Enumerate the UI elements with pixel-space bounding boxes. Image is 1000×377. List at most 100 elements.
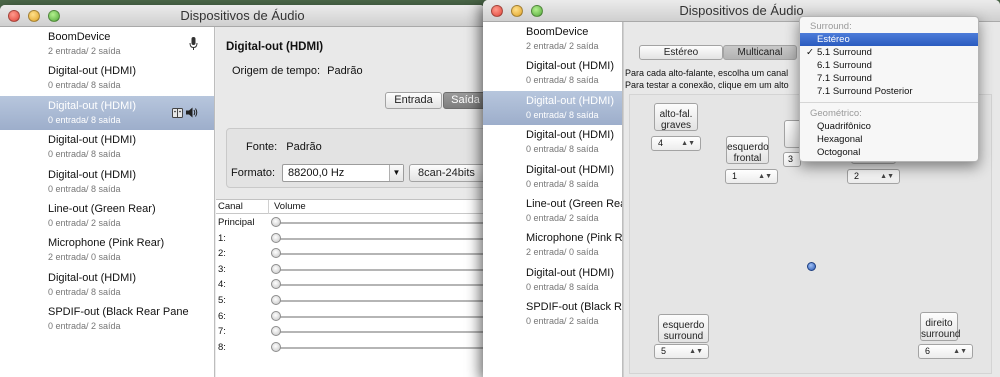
device-io: 0 entrada/ 2 saída <box>526 212 599 223</box>
titlebar-left[interactable]: Dispositivos de Áudio <box>0 5 485 27</box>
channel-label: 1: <box>218 232 226 244</box>
listener-position-icon[interactable] <box>807 262 816 271</box>
clock-source-label: Origem de tempo: <box>232 65 321 77</box>
device-item-spdif[interactable]: SPDIF-out (Black Rear Pane 0 entrada/ 2 … <box>0 302 214 336</box>
minimize-button[interactable] <box>28 10 40 22</box>
volume-slider[interactable] <box>271 217 281 227</box>
channel-value: 3 <box>788 154 794 164</box>
channel-label: 2: <box>218 248 226 260</box>
channel-row: 4: <box>216 277 485 293</box>
volume-slider[interactable] <box>271 326 281 337</box>
speaker-label: surround <box>663 331 704 342</box>
close-button[interactable] <box>491 5 503 17</box>
device-item-hdmi-4[interactable]: Digital-out (HDMI) 0 entrada/ 8 saída <box>0 165 214 199</box>
device-io: 0 entrada/ 2 saída <box>526 316 599 327</box>
zoom-button[interactable] <box>531 5 543 17</box>
device-name: Line-out (Green Rear) <box>48 202 156 215</box>
volume-slider[interactable] <box>271 232 281 243</box>
device-name: Digital-out (HDMI) <box>48 168 137 181</box>
device-item-hdmi-1[interactable]: Digital-out (HDMI) 0 entrada/ 8 saída <box>483 56 622 90</box>
stepper-arrows-icon: ▲▼ <box>689 348 703 355</box>
volume-slider[interactable] <box>271 341 281 352</box>
audio-devices-window-left: Dispositivos de Áudio BoomDevice 2 entra… <box>0 5 485 377</box>
device-item-hdmi-3[interactable]: Digital-out (HDMI) 0 entrada/ 8 saída <box>483 125 622 159</box>
minimize-button[interactable] <box>511 5 523 17</box>
device-item-microphone[interactable]: Microphone (Pink Re 2 entrada/ 0 saída <box>483 228 622 262</box>
device-item-hdmi-7[interactable]: Digital-out (HDMI) 0 entrada/ 8 saída <box>483 263 622 297</box>
stepper-arrows-icon: ▲▼ <box>953 348 967 355</box>
device-name: Line-out (Green Rear <box>526 197 622 210</box>
menu-item-hexagonal[interactable]: Hexagonal <box>800 133 978 146</box>
stepper-arrows-icon: ▲▼ <box>681 140 695 147</box>
device-item-boomdevice[interactable]: BoomDevice 2 entrada/ 2 saída <box>0 27 214 61</box>
clock-source-value: Padrão <box>327 65 363 77</box>
menu-item-6-1-surround[interactable]: 6.1 Surround <box>800 59 978 72</box>
menu-item-label: 6.1 Surround <box>817 60 872 71</box>
tab-entrada[interactable]: Entrada <box>385 92 442 109</box>
speaker-subwoofer-button[interactable]: alto-fal. graves <box>654 103 698 131</box>
device-item-hdmi-7[interactable]: Digital-out (HDMI) 0 entrada/ 8 saída <box>0 268 214 302</box>
speaker-subwoofer-channel[interactable]: 4 ▲▼ <box>651 136 701 151</box>
device-item-microphone[interactable]: Microphone (Pink Rear) 2 entrada/ 0 saíd… <box>0 233 214 267</box>
device-io: 0 entrada/ 8 saída <box>48 183 121 194</box>
menu-item-7-1-surround-posterior[interactable]: 7.1 Surround Posterior <box>800 85 978 98</box>
bit-format-select[interactable]: 8can-24bits <box>409 164 485 182</box>
device-item-hdmi-4[interactable]: Digital-out (HDMI) 0 entrada/ 8 saída <box>483 160 622 194</box>
device-item-hdmi-3[interactable]: Digital-out (HDMI) 0 entrada/ 8 saída <box>0 130 214 164</box>
device-io: 0 entrada/ 8 saída <box>526 281 599 292</box>
speaker-front-right-channel[interactable]: 2 ▲▼ <box>847 169 900 184</box>
col-header-canal: Canal <box>218 201 243 212</box>
menu-item-quadrifonico[interactable]: Quadrifônico <box>800 120 978 133</box>
device-name: Digital-out (HDMI) <box>526 163 615 176</box>
volume-slider[interactable] <box>271 263 281 274</box>
speaker-surround-left-channel[interactable]: 5 ▲▼ <box>654 344 709 359</box>
tab-saida[interactable]: Saída <box>443 92 485 109</box>
speaker-surround-left-button[interactable]: esquerdo surround <box>658 314 709 343</box>
volume-slider[interactable] <box>271 279 281 290</box>
menu-item-7-1-surround[interactable]: 7.1 Surround <box>800 72 978 85</box>
zoom-button[interactable] <box>48 10 60 22</box>
device-name: Digital-out (HDMI) <box>48 134 137 147</box>
volume-slider[interactable] <box>271 310 281 321</box>
channel-row: 5: <box>216 293 485 309</box>
channel-row: 1: <box>216 231 485 247</box>
volume-slider[interactable] <box>271 295 281 305</box>
speaker-surround-right-channel[interactable]: 6 ▲▼ <box>918 344 973 359</box>
chevron-down-icon: ▼ <box>389 165 403 181</box>
tab-estereo[interactable]: Estéreo <box>639 45 723 60</box>
device-item-boomdevice[interactable]: BoomDevice 2 entrada/ 2 saída <box>483 22 622 56</box>
format-value: 88200,0 Hz <box>288 167 345 179</box>
tab-multicanal[interactable]: Multicanal <box>723 45 797 60</box>
format-select[interactable]: 88200,0 Hz ▼ <box>282 164 404 182</box>
device-item-hdmi-selected[interactable]: Digital-out (HDMI) 0 entrada/ 8 saída <box>0 95 214 131</box>
menu-item-octogonal[interactable]: Octogonal <box>800 146 978 159</box>
device-io: 0 entrada/ 8 saída <box>526 75 599 86</box>
speaker-front-left-button[interactable]: esquerdo frontal <box>726 136 769 164</box>
stepper-arrows-icon: ▲▼ <box>758 173 772 180</box>
close-button[interactable] <box>8 10 20 22</box>
device-item-hdmi-selected[interactable]: Digital-out (HDMI) 0 entrada/ 8 saída <box>483 90 622 126</box>
speaker-label: graves <box>660 120 691 131</box>
device-item-spdif[interactable]: SPDIF-out (Black Re 0 entrada/ 2 saída <box>483 297 622 331</box>
bit-format-value: 8can-24bits <box>418 167 475 179</box>
instructions-line-2: Para testar a conexão, clique em um alto <box>625 80 789 90</box>
device-item-line-out[interactable]: Line-out (Green Rear 0 entrada/ 2 saída <box>483 194 622 228</box>
device-io: 0 entrada/ 8 saída <box>526 144 599 155</box>
device-item-hdmi-1[interactable]: Digital-out (HDMI) 0 entrada/ 8 saída <box>0 61 214 95</box>
device-io: 2 entrada/ 0 saída <box>48 252 121 263</box>
speaker-front-left-channel[interactable]: 1 ▲▼ <box>725 169 778 184</box>
device-name: Digital-out (HDMI) <box>48 271 137 284</box>
device-name: BoomDevice <box>526 26 589 38</box>
device-io: 2 entrada/ 0 saída <box>526 247 599 258</box>
device-name: Digital-out (HDMI) <box>526 94 615 107</box>
volume-slider[interactable] <box>271 248 281 259</box>
channel-value: 1 <box>732 171 738 181</box>
speaker-surround-right-button[interactable]: direito surround <box>920 312 960 341</box>
device-name: SPDIF-out (Black Rear Pane <box>48 306 189 319</box>
finder-icon <box>172 107 183 121</box>
channel-value: 2 <box>854 171 860 181</box>
menu-item-5-1-surround[interactable]: ✓ 5.1 Surround <box>800 46 978 59</box>
device-name: Digital-out (HDMI) <box>526 60 615 73</box>
menu-item-estereo[interactable]: Estéreo <box>800 33 978 46</box>
device-item-line-out[interactable]: Line-out (Green Rear) 0 entrada/ 2 saída <box>0 199 214 233</box>
